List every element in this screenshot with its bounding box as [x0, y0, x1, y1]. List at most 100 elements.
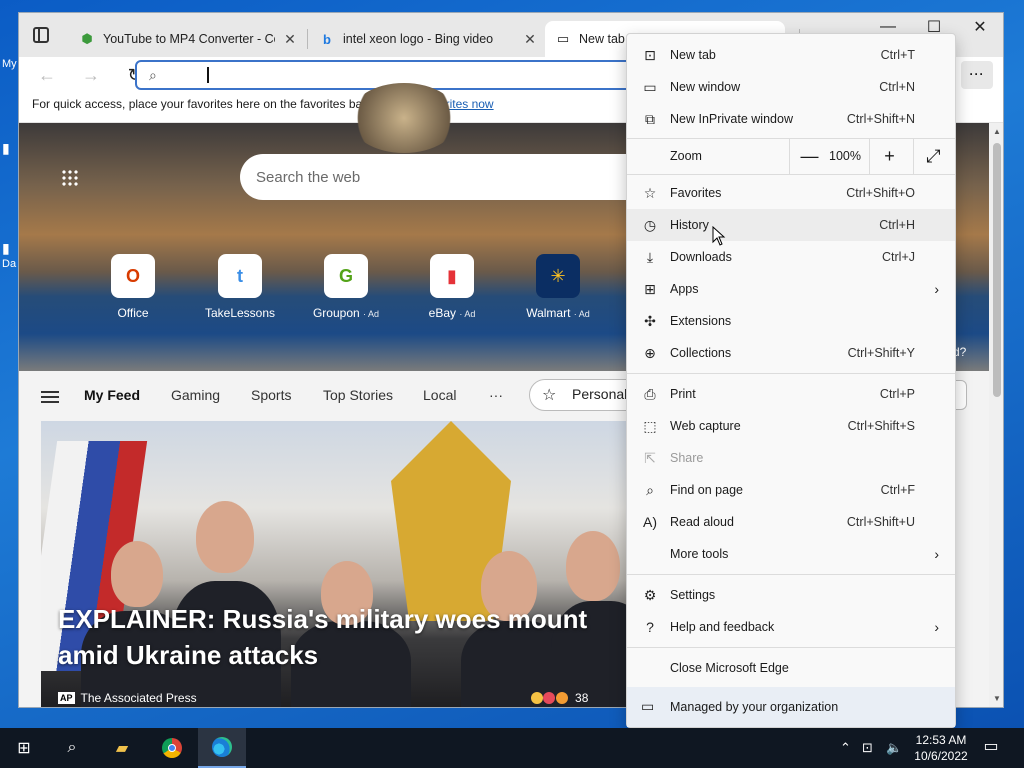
menu-item-more-tools[interactable]: More tools ›	[627, 538, 955, 570]
page-scrollbar[interactable]: ▲ ▼	[989, 123, 1003, 707]
quick-link-label: eBay	[428, 306, 456, 320]
close-icon[interactable]: ✕	[283, 31, 297, 48]
zoom-out-icon[interactable]: —	[789, 138, 829, 174]
mouse-pointer-icon	[712, 225, 726, 246]
menu-item-label: Close Microsoft Edge	[670, 661, 789, 675]
scroll-down-icon[interactable]: ▼	[993, 694, 1001, 703]
desktop-label[interactable]: Da	[2, 258, 16, 270]
fullscreen-icon[interactable]: ⤢	[913, 138, 953, 174]
quick-link-takelessons[interactable]: t TakeLessons	[195, 254, 285, 320]
managed-by-organization[interactable]: ▭ Managed by your organization	[627, 687, 955, 727]
app-launcher-icon[interactable]	[61, 169, 79, 187]
desktop-icons-strip: My ▮ ▮ Da	[0, 0, 18, 720]
photo-figure	[111, 541, 163, 607]
search-icon[interactable]: ⌕	[48, 728, 96, 768]
menu-item-favorites[interactable]: ☆ Favorites Ctrl+Shift+O	[627, 177, 955, 209]
menu-item-history[interactable]: ◷ History Ctrl+H	[627, 209, 955, 241]
menu-item-help-and-feedback[interactable]: ? Help and feedback ›	[627, 611, 955, 643]
chevron-up-icon[interactable]: ⌃	[840, 740, 851, 756]
walmart-icon: ✳	[536, 254, 580, 298]
story-headline[interactable]: EXPLAINER: Russia's military woes mount …	[58, 601, 618, 673]
feed-tab-gaming[interactable]: Gaming	[171, 387, 220, 403]
search-placeholder: Search the web	[256, 168, 361, 186]
groupon-icon: G	[324, 254, 368, 298]
zoom-in-icon[interactable]: +	[869, 138, 909, 174]
menu-divider	[627, 574, 955, 575]
reaction-count: 38	[575, 691, 589, 705]
close-icon[interactable]: ✕	[523, 31, 537, 48]
chevron-right-icon: ›	[934, 281, 939, 297]
edge-icon[interactable]	[198, 728, 246, 768]
menu-item-label: History	[670, 218, 709, 232]
system-clock[interactable]: 12:53 AM 10/6/2022	[906, 732, 976, 764]
menu-item-label: Collections	[670, 346, 732, 360]
menu-item-print[interactable]: ⎙ Print Ctrl+P	[627, 378, 955, 410]
feed-tab-local[interactable]: Local	[423, 387, 456, 403]
close-window-icon[interactable]: ✕	[957, 13, 1003, 41]
volume-icon[interactable]: 🔈	[886, 740, 902, 756]
menu-item-new-window[interactable]: ▭ New window Ctrl+N	[627, 71, 955, 103]
menu-item-find-on-page[interactable]: ⌕ Find on page Ctrl+F	[627, 474, 955, 506]
download-icon: ⤓	[646, 248, 654, 265]
menu-item-label: Read aloud	[670, 515, 734, 529]
extensions-puzzle-icon: ✣	[644, 312, 656, 329]
menu-item-settings[interactable]: ⚙ Settings	[627, 579, 955, 611]
scrollbar-thumb[interactable]	[993, 143, 1001, 397]
back-arrow-icon[interactable]: ←	[33, 63, 61, 87]
quick-link-label: Groupon	[312, 306, 360, 320]
menu-divider	[627, 373, 955, 374]
feed-tab-sports[interactable]: Sports	[251, 387, 291, 403]
quick-link-walmart[interactable]: ✳ Walmart · Ad	[513, 254, 603, 320]
quick-link-groupon[interactable]: G Groupon · Ad	[301, 254, 391, 320]
quick-link-label: Walmart	[526, 306, 571, 320]
menu-item-new-inprivate-window[interactable]: ⧉ New InPrivate window Ctrl+Shift+N	[627, 103, 955, 135]
tab-bing-video[interactable]: b intel xeon logo - Bing video ✕	[309, 21, 547, 57]
menu-item-web-capture[interactable]: ⬚ Web capture Ctrl+Shift+S	[627, 410, 955, 442]
apps-icon: ⊞	[644, 280, 656, 297]
zoom-value: 100%	[829, 149, 861, 163]
desktop-icon[interactable]: ▮	[2, 140, 10, 157]
menu-item-downloads[interactable]: ⤓ Downloads Ctrl+J	[627, 241, 955, 273]
tab-title: intel xeon logo - Bing video	[343, 32, 494, 46]
notification-icon[interactable]: ▭	[980, 736, 1002, 758]
menu-item-apps[interactable]: ⊞ Apps ›	[627, 273, 955, 305]
tab-youtube-converter[interactable]: ⬢ YouTube to MP4 Converter - Conv ✕	[69, 21, 307, 57]
menu-item-collections[interactable]: ⊕ Collections Ctrl+Shift+Y	[627, 337, 955, 369]
tab-actions-icon[interactable]	[33, 27, 49, 43]
menu-item-new-tab[interactable]: ⊡ New tab Ctrl+T	[627, 39, 955, 71]
hamburger-menu-icon[interactable]	[41, 391, 59, 403]
menu-item-shortcut: Ctrl+N	[879, 80, 915, 94]
story-reactions[interactable]: 38	[531, 691, 588, 705]
print-icon: ⎙	[644, 385, 656, 402]
feed-tab-top-stories[interactable]: Top Stories	[323, 387, 393, 403]
bing-icon: b	[323, 31, 331, 47]
menu-item-label: More tools	[670, 547, 729, 561]
feed-tab-my-feed[interactable]: My Feed	[84, 387, 140, 403]
quick-link-office[interactable]: O Office	[88, 254, 178, 320]
menu-item-shortcut: Ctrl+F	[880, 483, 915, 497]
scroll-up-icon[interactable]: ▲	[993, 127, 1001, 136]
ebay-icon: ▮	[430, 254, 474, 298]
feed-more-tabs[interactable]: ···	[489, 387, 503, 403]
menu-item-shortcut: Ctrl+Shift+Y	[847, 346, 915, 360]
desktop-icon[interactable]: ▮	[2, 240, 10, 257]
menu-item-label: Web capture	[670, 419, 741, 433]
start-windows-icon[interactable]: ⊞	[0, 728, 48, 768]
chrome-logo	[162, 738, 182, 758]
clock-time: 12:53 AM	[915, 733, 967, 747]
web-search-box[interactable]: Search the web	[240, 154, 660, 200]
menu-item-extensions[interactable]: ✣ Extensions	[627, 305, 955, 337]
menu-item-close-edge[interactable]: Close Microsoft Edge	[627, 652, 955, 684]
quick-link-label: Office	[117, 306, 149, 320]
desktop-label[interactable]: My	[2, 58, 17, 70]
file-explorer-icon[interactable]: ▰	[98, 728, 146, 768]
chrome-icon[interactable]	[148, 728, 196, 768]
quick-link-ebay[interactable]: ▮ eBay · Ad	[407, 254, 497, 320]
forward-arrow-icon[interactable]: →	[77, 63, 105, 87]
settings-and-more-button[interactable]: ···	[961, 61, 993, 89]
menu-item-label: New InPrivate window	[670, 112, 793, 126]
menu-item-read-aloud[interactable]: A) Read aloud Ctrl+Shift+U	[627, 506, 955, 538]
laugh-icon	[555, 692, 568, 704]
news-story-card[interactable]: EXPLAINER: Russia's military woes mount …	[41, 421, 631, 707]
network-icon[interactable]: ⊡	[862, 740, 873, 756]
